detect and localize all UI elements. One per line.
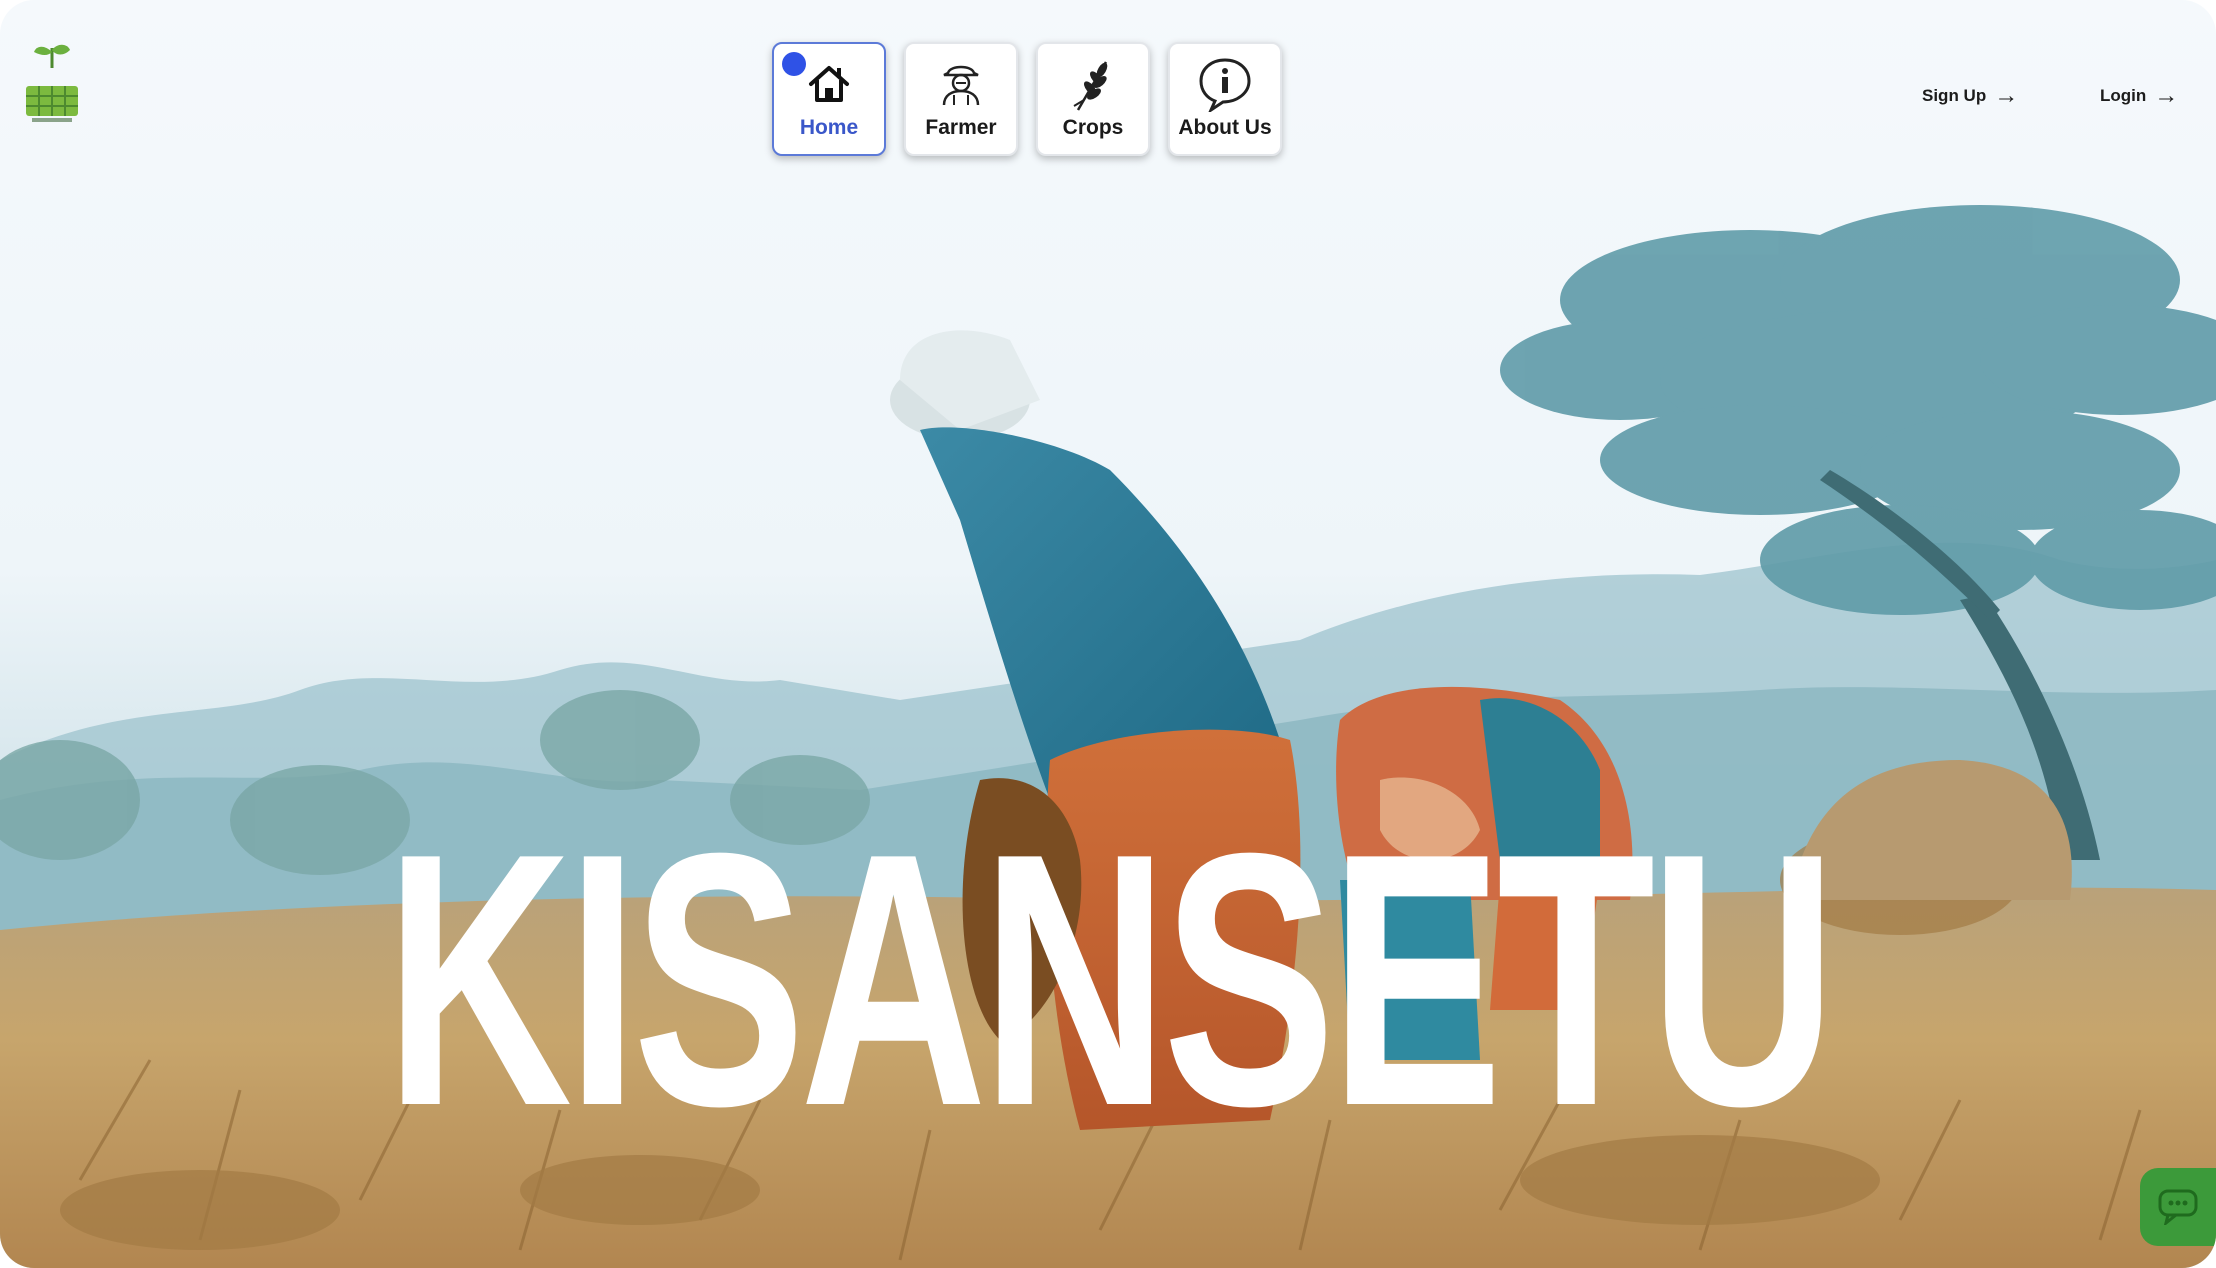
nav-crops-label: Crops [1062,116,1124,139]
site-header: Home Farmer Crops About Us Sign Up → Log… [0,0,2216,170]
nav-farmer-button[interactable]: Farmer [904,42,1018,156]
chat-icon [2156,1185,2200,1230]
nav-crops-button[interactable]: Crops [1036,42,1150,156]
active-indicator-dot [782,52,806,76]
app-frame: Home Farmer Crops About Us Sign Up → Log… [0,0,2216,1268]
info-icon [1195,54,1255,114]
wheat-icon [1063,54,1123,114]
login-label: Login [2100,86,2147,105]
signup-label: Sign Up [1922,86,1987,105]
main-nav: Home Farmer Crops About Us [772,42,1282,156]
chat-button[interactable] [2140,1168,2216,1246]
arrow-right-icon: → [2154,82,2179,109]
hero-title: KISANSETU [385,779,1837,1181]
nav-home-button[interactable]: Home [772,42,886,156]
farmer-icon [931,54,991,114]
nav-home-label: Home [799,116,859,139]
arrow-right-icon: → [1994,82,2019,109]
nav-farmer-label: Farmer [925,116,997,139]
nav-about-label: About Us [1178,116,1272,139]
nav-about-button[interactable]: About Us [1168,42,1282,156]
login-link[interactable]: Login → [2100,84,2178,108]
signup-link[interactable]: Sign Up → [1922,84,2018,108]
sprout-logo-icon[interactable] [22,38,82,124]
home-icon [799,54,859,114]
